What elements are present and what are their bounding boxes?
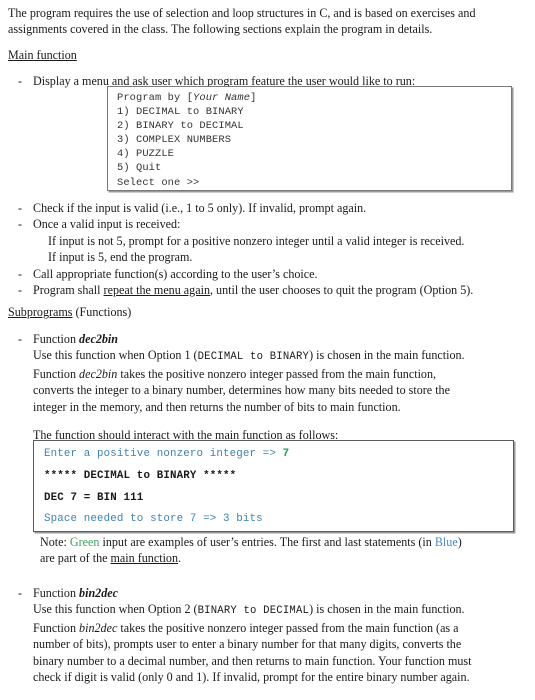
bin2dec-title-row: - Function bin2dec: [0, 585, 535, 601]
console-menu-lines: Program by [Your Name] 1) DECIMAL to BINA…: [108, 87, 511, 190]
console-menu-line-0-italic: Your Name: [193, 92, 251, 104]
bin2dec-line-3: number of bits), prompts user to enter a…: [33, 637, 462, 652]
console-menu-line-1: 1) DECIMAL to BINARY: [117, 106, 244, 119]
bullet-repeat-menu-underlined: repeat the menu again: [103, 283, 210, 298]
bin2dec-line-2-a: Function: [33, 620, 80, 635]
main-function-bullets: - Check if the input is valid (i.e., 1 t…: [0, 200, 535, 298]
bullet-call-function: - Call appropriate function(s) according…: [0, 266, 535, 282]
dec2bin-title-prefix: Function: [33, 332, 80, 346]
note-main-function-underlined: main function: [110, 551, 179, 566]
bullet-repeat-menu-prefix: Program shall: [33, 283, 104, 298]
sub-line-not-5: If input is not 5, prompt for a positive…: [48, 233, 465, 248]
dec2bin-line-1-a: Use this function when Option 1 (: [33, 348, 198, 363]
console-menu-line-5: 5) Quit: [117, 162, 162, 175]
console-menu-line-0-plain: Program by [: [117, 92, 194, 104]
dec2bin-line-2-em: dec2bin: [79, 366, 118, 381]
bullet-dash: -: [18, 217, 23, 232]
console-menu-line-4: 4) PUZZLE: [117, 148, 175, 161]
bullet-valid-input-label: Once a valid input is received:: [33, 217, 181, 232]
console-dec2bin-line-2: DEC 7 = BIN 111: [44, 491, 144, 504]
bin2dec-line-4: binary number to a decimal number, and t…: [33, 653, 472, 668]
console-dec2bin-line-0-prompt: Enter a positive nonzero integer =>: [44, 448, 283, 460]
dec2bin-line-4: integer in the memory, and then returns …: [33, 399, 401, 414]
bin2dec-title-prefix: Function: [33, 586, 80, 600]
bullet-dash: -: [18, 201, 23, 215]
note-close-paren: ): [457, 535, 462, 549]
console-menu-line-0: Program by [Your Name]: [117, 91, 511, 105]
main-function-heading-label: Main function: [8, 48, 77, 63]
subprograms-heading-rest: (Functions): [72, 305, 132, 319]
bin2dec-line-2-em: bin2dec: [79, 620, 118, 635]
main-function-heading: Main function: [0, 47, 535, 63]
bullet-dash: -: [18, 266, 23, 281]
dec2bin-note: Note: Green input are examples of user’s…: [0, 534, 535, 567]
subprograms-heading: Subprograms (Functions): [0, 304, 535, 320]
bullet-dash: -: [18, 332, 23, 346]
dec2bin-body: Use this function when Option 1 (DECIMAL…: [0, 347, 535, 415]
intro-line-2: assignments covered in the class. The fo…: [8, 22, 433, 37]
bullet-repeat-menu: - Program shall repeat the menu again, u…: [0, 282, 535, 298]
bullet-valid-input: - Once a valid input is received:: [0, 216, 535, 232]
document-page: The program requires the use of selectio…: [0, 0, 535, 700]
bin2dec-line-1-b: ) is chosen in the main function.: [309, 602, 465, 617]
note-prefix: Note:: [40, 535, 70, 549]
bin2dec-section: - Function bin2dec Use this function whe…: [0, 585, 535, 685]
dec2bin-line-1: Use this function when Option 1 (DECIMAL…: [33, 347, 527, 365]
bin2dec-line-1-a: Use this function when Option 2 (: [33, 602, 198, 617]
bin2dec-title-name: bin2dec: [79, 586, 118, 600]
console-menu-line-0-tail: ]: [250, 92, 257, 104]
intro-paragraph: The program requires the use of selectio…: [0, 0, 535, 37]
dec2bin-title-row: - Function dec2bin: [0, 331, 535, 347]
console-dec2bin-lines: Enter a positive nonzero integer => 7 ***…: [34, 441, 513, 531]
dec2bin-line-1-mono: DECIMAL to BINARY: [197, 351, 310, 364]
dec2bin-note-line-2: are part of the main function.: [40, 550, 535, 566]
subprograms-heading-underlined: Subprograms: [8, 305, 73, 319]
bullet-dash: -: [18, 73, 23, 88]
dec2bin-line-2-a: Function: [33, 366, 80, 381]
dec2bin-section: - Function dec2bin Use this function whe…: [0, 331, 535, 443]
dec2bin-title-name: dec2bin: [79, 332, 118, 346]
note-line2-prefix: are part of the: [40, 551, 111, 566]
bin2dec-line-5: check if digit is valid (only 0 and 1). …: [33, 670, 470, 685]
bin2dec-line-1: Use this function when Option 2 (BINARY …: [33, 601, 527, 619]
bullet-call-function-label: Call appropriate function(s) according t…: [33, 266, 318, 281]
bin2dec-line-2: Function bin2dec takes the positive nonz…: [33, 620, 527, 636]
note-middle: input are examples of user’s entries. Th…: [99, 535, 435, 549]
note-green-word: Green: [69, 535, 100, 549]
console-dec2bin-box: Enter a positive nonzero integer => 7 ***…: [33, 440, 514, 532]
sub-line-is-5: If input is 5, end the program.: [48, 250, 193, 265]
console-menu-line-6: Select one >>: [117, 176, 200, 189]
bullet-dash: -: [18, 283, 23, 298]
bullet-dash: -: [18, 586, 23, 600]
dec2bin-line-2: Function dec2bin takes the positive nonz…: [33, 366, 527, 382]
dec2bin-line-1-b: ) is chosen in the main function.: [309, 348, 465, 363]
console-dec2bin-line-1: ***** DECIMAL to BINARY *****: [44, 469, 237, 482]
dec2bin-line-3: converts the integer to a binary number,…: [33, 383, 450, 398]
bin2dec-line-1-mono: BINARY to DECIMAL: [197, 605, 310, 618]
intro-line-1: The program requires the use of selectio…: [8, 6, 476, 20]
note-blue-word: Blue: [434, 535, 458, 549]
console-menu-box: Program by [Your Name] 1) DECIMAL to BINA…: [107, 86, 512, 191]
bullet-check-input: - Check if the input is valid (i.e., 1 t…: [0, 200, 535, 216]
console-dec2bin-line-0-input: 7: [282, 448, 290, 460]
note-line2-period: .: [178, 551, 182, 566]
bullet-check-input-label: Check if the input is valid (i.e., 1 to …: [33, 201, 367, 215]
dec2bin-note-line-1: Note: Green input are examples of user’s…: [40, 534, 535, 550]
console-menu-line-2: 2) BINARY to DECIMAL: [117, 120, 244, 133]
console-menu-line-3: 3) COMPLEX NUMBERS: [117, 134, 232, 147]
bin2dec-body: Use this function when Option 2 (BINARY …: [0, 601, 535, 685]
dec2bin-line-2-b: takes the positive nonzero integer passe…: [117, 366, 437, 381]
console-dec2bin-line-0: Enter a positive nonzero integer => 7: [44, 444, 513, 466]
bullet-repeat-menu-suffix: , until the user chooses to quit the pro…: [210, 283, 474, 298]
bin2dec-line-2-b: takes the positive nonzero integer passe…: [117, 620, 459, 635]
console-dec2bin-line-3: Space needed to store 7 => 3 bits: [44, 513, 263, 526]
